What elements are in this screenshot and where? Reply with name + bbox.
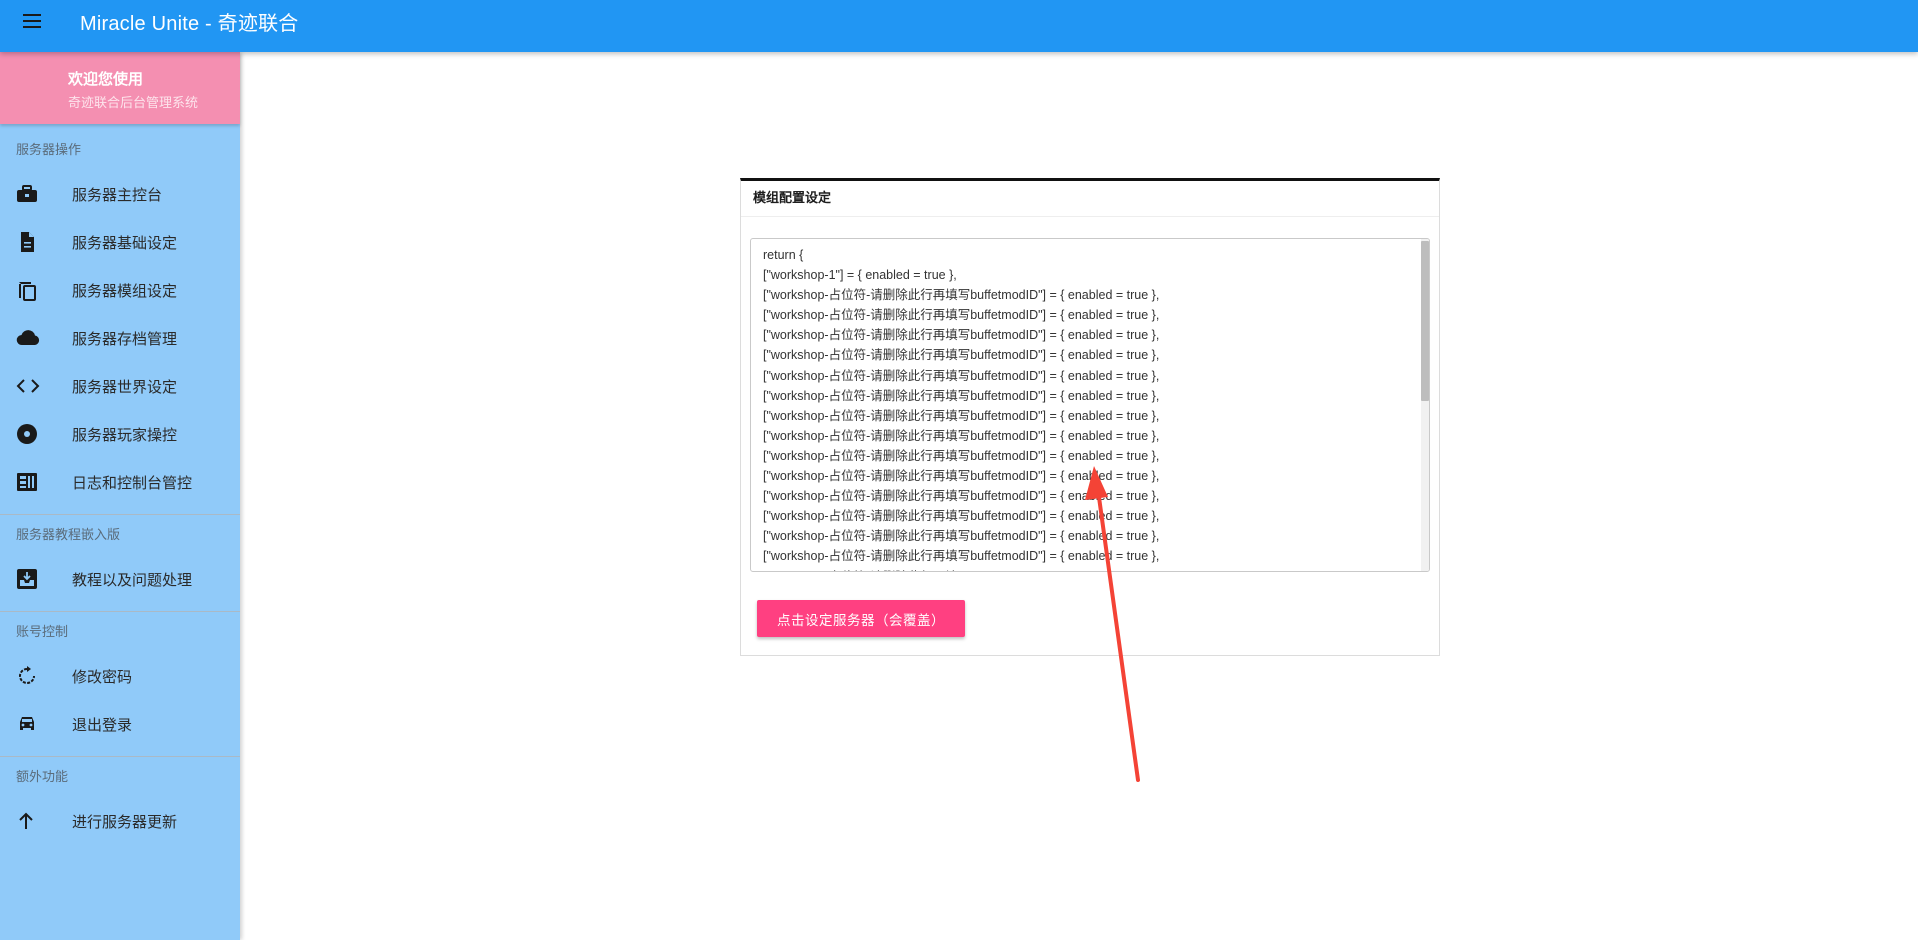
sidebar-item-tutorials[interactable]: 教程以及问题处理	[0, 555, 240, 603]
editor-line: ["workshop-占位符-请删除此行再填写buffetmodID"] = {…	[763, 428, 1160, 443]
editor-line: ["workshop-1"] = { enabled = true },	[763, 268, 957, 283]
code-icon	[0, 378, 72, 394]
briefcase-icon	[0, 184, 72, 204]
section-title-extras: 额外功能	[16, 769, 69, 784]
sidebar-item-logout[interactable]: 退出登录	[0, 700, 240, 748]
sidebar-item-label: 服务器基础设定	[72, 234, 178, 252]
sidebar-item-world-settings[interactable]: 服务器世界设定	[0, 362, 240, 410]
sidebar-item-console[interactable]: 服务器主控台	[0, 170, 240, 218]
car-icon	[0, 714, 72, 734]
scrollbar-thumb[interactable]	[1421, 241, 1429, 401]
cloud-icon	[0, 329, 72, 347]
editor-line: ["workshop-占位符-请删除此行再填写buffetmodID"] = {…	[763, 469, 1160, 484]
editor-line: ["workshop-占位符-请删除此行再填写buffetmodID"] = {…	[763, 509, 1160, 524]
editor-line: ["workshop-占位符-请删除此行再填写buffetmodID"] = {…	[763, 328, 1160, 343]
editor-line: ["workshop-占位符-请删除此行再填写buffetmodID"] = {…	[763, 348, 1160, 363]
editor-line: ["workshop-占位符-请删除此行再填写buffetmodID"] = {…	[763, 308, 1160, 323]
sidebar-item-label: 服务器玩家操控	[72, 426, 178, 444]
editor-line: ["workshop-占位符-请删除此行再填写buffetmodID"] = {…	[763, 388, 1160, 403]
copy-icon	[0, 279, 72, 301]
sidebar-item-player-control[interactable]: 服务器玩家操控	[0, 410, 240, 458]
editor-scrollbar[interactable]	[1421, 239, 1429, 571]
inbox-icon	[0, 568, 72, 590]
welcome-title: 欢迎您使用	[68, 71, 144, 88]
sidebar-item-label: 日志和控制台管控	[72, 474, 193, 492]
sidebar-item-label: 进行服务器更新	[72, 813, 178, 831]
arrow-up-icon	[0, 811, 72, 831]
sidebar: 欢迎您使用 奇迹联合后台管理系统 服务器操作 服务器主控台 服务器基础设定 服务…	[0, 52, 240, 940]
set-server-button[interactable]: 点击设定服务器（会覆盖）	[757, 600, 965, 637]
sidebar-item-label: 服务器主控台	[72, 186, 163, 204]
sidebar-item-label: 修改密码	[72, 668, 133, 686]
sidebar-item-label: 服务器模组设定	[72, 282, 178, 300]
sidebar-item-label: 教程以及问题处理	[72, 571, 193, 589]
section-title-tutorials: 服务器教程嵌入版	[16, 527, 121, 542]
dashboard-icon	[0, 472, 72, 492]
sidebar-item-mod-settings[interactable]: 服务器模组设定	[0, 266, 240, 314]
sidebar-item-save-management[interactable]: 服务器存档管理	[0, 314, 240, 362]
section-title-account: 账号控制	[16, 624, 69, 639]
sidebar-item-basic-settings[interactable]: 服务器基础设定	[0, 218, 240, 266]
editor-line: return {	[763, 248, 804, 262]
section-title-server-ops: 服务器操作	[16, 142, 82, 157]
editor-line: ["workshop-占位符-请删除此行再填写buffetmodID"] = {…	[763, 549, 1160, 564]
sidebar-item-server-update[interactable]: 进行服务器更新	[0, 797, 240, 845]
editor-line: ["workshop-占位符-请删除此行再填写buffetmodID"] = {…	[763, 368, 1160, 383]
sidebar-item-change-password[interactable]: 修改密码	[0, 652, 240, 700]
editor-text[interactable]: return { ["workshop-1"] = { enabled = tru…	[751, 239, 1429, 572]
editor-line: ["workshop-占位符-请删除此行再填写buffetmodID"] = {…	[763, 288, 1160, 303]
welcome-banner: 欢迎您使用 奇迹联合后台管理系统	[0, 52, 240, 124]
card-title: 模组配置设定	[741, 181, 1439, 217]
editor-line: ["workshop-占位符-请删除此行再填写buffetmodID"] = {…	[763, 448, 1160, 463]
disc-icon	[0, 423, 72, 445]
sidebar-item-label: 退出登录	[72, 716, 133, 734]
sidebar-item-log-console[interactable]: 日志和控制台管控	[0, 458, 240, 506]
app-bar: Miracle Unite - 奇迹联合	[0, 0, 1918, 52]
app-title: Miracle Unite - 奇迹联合	[80, 12, 299, 35]
editor-line: ["workshop-占位符-请删除此行再填写buffetmodID"] = {…	[763, 529, 1160, 544]
mod-config-editor[interactable]: return { ["workshop-1"] = { enabled = tru…	[750, 238, 1430, 572]
menu-button[interactable]	[0, 0, 64, 43]
editor-line: ["workshop-占位符-请删除此行再填写buffetmodID"] = {…	[763, 567, 1429, 572]
welcome-subtitle: 奇迹联合后台管理系统	[68, 95, 199, 110]
sidebar-item-label: 服务器存档管理	[72, 330, 178, 348]
editor-line: ["workshop-占位符-请删除此行再填写buffetmodID"] = {…	[763, 489, 1160, 504]
mod-config-card: 模组配置设定 return { ["workshop-1"] = { enable…	[740, 178, 1440, 656]
sidebar-item-label: 服务器世界设定	[72, 378, 178, 396]
document-icon	[0, 231, 72, 253]
editor-line: ["workshop-占位符-请删除此行再填写buffetmodID"] = {…	[763, 408, 1160, 423]
hamburger-icon	[23, 14, 41, 28]
refresh-icon	[0, 665, 72, 687]
